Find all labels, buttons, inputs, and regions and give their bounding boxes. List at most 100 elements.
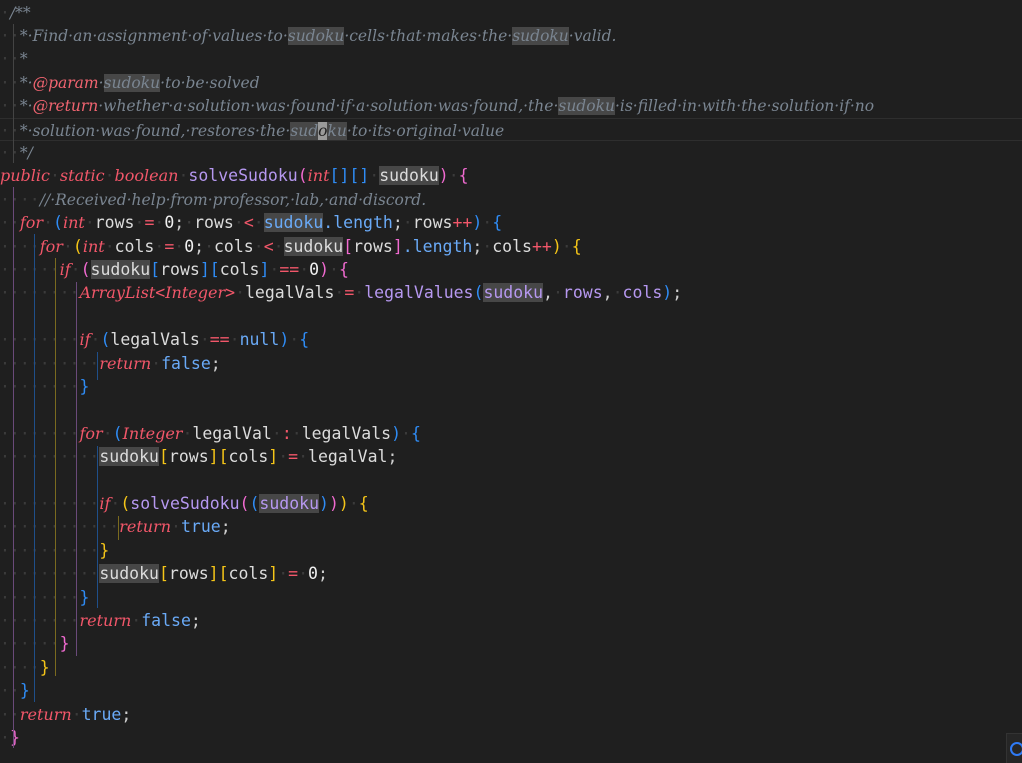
operator-token: <	[155, 283, 166, 303]
code-line[interactable]: ··········if·(solveSudoku((sudoku)))·{	[0, 492, 1022, 515]
identifier-token: rows	[94, 213, 135, 233]
bracket-token: (	[239, 493, 250, 513]
whitespace-marker: ·	[354, 283, 365, 303]
whitespace-marker: ·	[110, 493, 121, 513]
whitespace-marker: ····	[0, 189, 40, 209]
whitespace-marker: ·	[482, 213, 493, 233]
bracket-token: (	[72, 236, 83, 256]
code-line[interactable]: ·}	[0, 726, 1022, 749]
identifier-token: ;	[472, 236, 483, 256]
identifier-token: sudoku	[283, 236, 344, 256]
code-line[interactable]: ········return·false;	[0, 609, 1022, 632]
code-line[interactable]: ········for·(Integer·legalVal·:·legalVal…	[0, 422, 1022, 445]
bracket-token: )	[391, 423, 402, 443]
comment-token: ·to·its·original·value	[346, 121, 505, 140]
comment-token: *·	[19, 73, 33, 92]
indent-guide	[34, 234, 35, 702]
identifier-token: cols	[228, 447, 269, 467]
code-line[interactable]	[0, 398, 1022, 421]
whitespace-marker: ·	[171, 517, 181, 537]
code-line[interactable]: ··*·@return·whether·a·solution·was·found…	[0, 94, 1022, 117]
code-line[interactable]: ··}	[0, 679, 1022, 702]
code-line[interactable]: ·/**	[0, 1, 1022, 24]
identifier-token: ;	[387, 447, 398, 467]
code-line[interactable]: ··········sudoku[rows][cols]·=·legalVal;	[0, 445, 1022, 468]
identifier-token: rows	[353, 236, 393, 256]
whitespace-marker: ·	[0, 727, 10, 747]
code-line[interactable]: ··········sudoku[rows][cols]·=·0;	[0, 562, 1022, 585]
code-line[interactable]: ······if·(sudoku[rows][cols]·==·0)·{	[0, 258, 1022, 281]
bracket-token: (	[80, 259, 91, 279]
code-line[interactable]: ··········}	[0, 539, 1022, 562]
comment-token: ·cells·that·makes·the·	[344, 26, 513, 45]
bracket-token: }	[79, 376, 90, 396]
bracket-token: (	[53, 213, 63, 233]
comment-token: /**	[9, 3, 31, 22]
whitespace-marker: ·	[329, 259, 339, 279]
loading-indicator[interactable]	[1006, 733, 1022, 763]
code-line[interactable]: ····//·Received·help·from·professor,·lab…	[0, 188, 1022, 211]
operator-token: ++	[531, 236, 552, 256]
bracket-token: )	[319, 259, 330, 279]
code-line[interactable]	[0, 469, 1022, 492]
identifier-token: legalVals	[110, 330, 200, 350]
whitespace-marker: ·	[269, 259, 280, 279]
literal-token: false	[141, 610, 191, 630]
code-line[interactable]: ··*	[0, 47, 1022, 70]
whitespace-marker: ··	[0, 96, 20, 116]
code-line[interactable]: ····for·(int·cols·=·0;·cols·<·sudoku[row…	[0, 235, 1022, 258]
bracket-token: {	[410, 423, 421, 443]
whitespace-marker: ·	[62, 236, 73, 256]
indent-guide	[118, 516, 119, 540]
whitespace-marker: ·	[273, 236, 284, 256]
keyword-token: if	[59, 259, 71, 279]
code-line[interactable]: ········if·(legalVals·==·null)·{	[0, 328, 1022, 351]
whitespace-marker: ·	[134, 213, 145, 233]
indent-guide	[13, 187, 14, 748]
code-line[interactable]: ········}	[0, 375, 1022, 398]
identifier-token: sudoku	[99, 564, 159, 584]
indent-guide	[97, 446, 98, 608]
identifier-token: sudoku	[99, 447, 159, 467]
code-editor[interactable]: ·/** ··*·Find·an·assignment·of·values·to·…	[0, 0, 1022, 763]
code-line[interactable]: ··*·@param·sudoku·to·be·solved	[0, 71, 1022, 94]
whitespace-marker: ··	[0, 142, 20, 162]
whitespace-marker: ·	[84, 213, 95, 233]
code-line[interactable]: ········}	[0, 586, 1022, 609]
whitespace-marker: ··	[0, 704, 20, 724]
bracket-token: (	[120, 493, 131, 513]
bracket-token: [	[158, 447, 169, 467]
comment-token: ·valid.	[568, 26, 617, 45]
code-line[interactable]: ··*·solution·was·found,·restores·the·sud…	[0, 117, 1022, 141]
whitespace-marker: ········	[0, 330, 80, 350]
indent-guide	[97, 352, 98, 380]
keyword-token: return	[79, 610, 132, 630]
code-line[interactable]: ··········return·false;	[0, 352, 1022, 375]
code-line[interactable]: ········ArrayList<Integer>·legalVals·=·l…	[0, 281, 1022, 304]
code-line[interactable]: ··*/	[0, 141, 1022, 164]
code-line[interactable]	[0, 305, 1022, 328]
code-line[interactable]: ··*·Find·an·assignment·of·values·to·sudo…	[0, 24, 1022, 47]
whitespace-marker: ·	[253, 236, 264, 256]
whitespace-marker: ··········	[0, 540, 100, 560]
code-line[interactable]: ··return·true;	[0, 703, 1022, 726]
identifier-token: legalVal	[308, 447, 388, 467]
whitespace-marker: ·	[235, 283, 245, 303]
code-line[interactable]: public·static·boolean·solveSudoku(int[][…	[0, 164, 1022, 187]
code-line[interactable]: ······}	[0, 632, 1022, 655]
code-line[interactable]: ····}	[0, 656, 1022, 679]
identifier-token: sudoku	[90, 259, 151, 279]
number-token: 0	[309, 259, 320, 279]
whitespace-marker: ·	[178, 166, 189, 186]
whitespace-marker: ·	[0, 2, 10, 22]
comment-token: sudoku	[103, 73, 161, 92]
function-name: solveSudoku	[130, 493, 240, 513]
code-line[interactable]: ··for·(int·rows·=·0;·rows·<·sudoku.lengt…	[0, 211, 1022, 234]
bracket-token: )	[319, 493, 329, 513]
identifier-token: ;	[210, 353, 221, 373]
comment-token: ·to·be·solved	[160, 73, 260, 92]
keyword-token: if	[99, 493, 111, 513]
javadoc-tag: @param	[32, 73, 99, 92]
bracket-token: ][	[199, 259, 220, 279]
code-line[interactable]: ············return·true;	[0, 515, 1022, 538]
